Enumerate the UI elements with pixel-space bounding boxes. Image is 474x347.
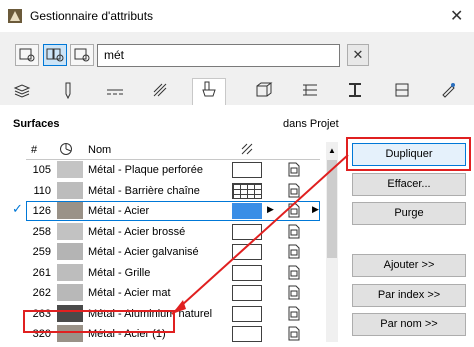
annotation-arrow (171, 154, 349, 315)
